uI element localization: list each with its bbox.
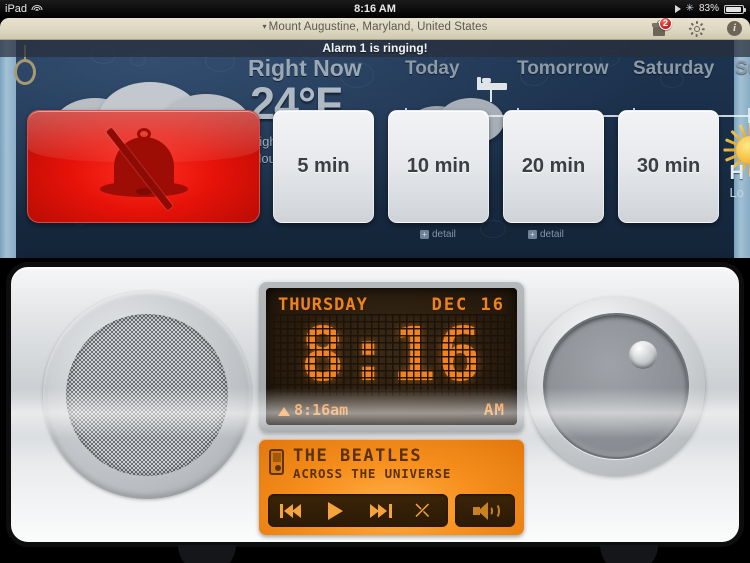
status-bar-right: ✳ 83%: [674, 0, 746, 18]
shuffle-button[interactable]: ⤫: [409, 500, 443, 522]
led-display-bezel: THURSDAY DEC 16 8:16 8:16am AM: [259, 281, 524, 432]
forecast-tab-sunday[interactable]: Su: [735, 58, 750, 80]
knob-indicator-dimple: [629, 341, 657, 369]
bluetooth-icon: ✳: [685, 3, 694, 14]
snooze-button-5[interactable]: 5 min: [273, 110, 374, 223]
toolbar-icons: 2 i: [651, 17, 742, 37]
detail-link-today[interactable]: + detail: [420, 229, 456, 240]
snooze-button-10[interactable]: 10 min: [388, 110, 489, 223]
previous-track-button[interactable]: [274, 500, 308, 522]
play-icon: [328, 501, 343, 520]
alarm-controls: 5 min 10 min 20 min 30 min: [0, 110, 750, 228]
alarm-indicator-icon: [278, 407, 290, 416]
music-track: ACROSS THE UNIVERSE: [293, 466, 452, 481]
store-badge: 2: [659, 17, 672, 30]
plus-icon: +: [420, 229, 429, 239]
volume-knob[interactable]: [527, 297, 705, 475]
detail-link-tomorrow[interactable]: + detail: [528, 229, 564, 240]
bell-crossed-out-icon: [88, 125, 200, 211]
forecast-tab-today[interactable]: Today: [405, 58, 460, 80]
forecast-tab-saturday[interactable]: Saturday: [633, 58, 714, 80]
alarm-banner: Alarm 1 is ringing!: [0, 40, 750, 57]
music-player-panel: THE BEATLES ACROSS THE UNIVERSE ⤫: [259, 439, 524, 535]
app-toolbar: ▾ Mount Augustine, Maryland, United State…: [0, 17, 750, 40]
plus-icon: +: [528, 229, 537, 239]
ios-status-bar: iPad 8:16 AM ✳ 83%: [0, 0, 750, 18]
chevron-down-icon: ▾: [262, 22, 267, 32]
previous-icon: [279, 503, 302, 518]
gift-store-icon[interactable]: 2: [651, 17, 672, 37]
snooze-button-30[interactable]: 30 min: [618, 110, 719, 223]
battery-percent: 83%: [698, 3, 719, 14]
transport-controls: ⤫: [268, 494, 448, 527]
display-time: 8:16: [300, 312, 483, 398]
speaker-grille: [43, 291, 251, 499]
forecast-tab-tomorrow[interactable]: Tomorrow: [517, 58, 608, 80]
speaker-volume-icon: [473, 501, 500, 520]
music-artist: THE BEATLES: [293, 446, 423, 466]
clock-radio-body: THURSDAY DEC 16 8:16 8:16am AM THE BEATL…: [6, 262, 744, 547]
play-indicator-icon: [674, 5, 681, 13]
stop-alarm-button[interactable]: [27, 110, 260, 223]
info-icon[interactable]: i: [727, 21, 742, 36]
display-meridiem: AM: [483, 400, 505, 419]
brightness-sun-icon[interactable]: [688, 20, 705, 37]
status-bar-time: 8:16 AM: [354, 3, 396, 15]
play-button[interactable]: [319, 500, 353, 522]
next-track-button[interactable]: [364, 500, 398, 522]
ipod-icon: [269, 449, 284, 475]
next-icon: [369, 503, 392, 518]
led-clock-display: THURSDAY DEC 16 8:16 8:16am AM: [266, 288, 517, 425]
location-selector[interactable]: ▾ Mount Augustine, Maryland, United State…: [0, 21, 750, 33]
bed-sleep-icon: [477, 74, 507, 102]
location-label: Mount Augustine, Maryland, United States: [268, 21, 488, 33]
volume-button[interactable]: [455, 494, 515, 527]
radio-foot-left: [178, 545, 236, 563]
battery-icon: [724, 4, 746, 14]
snooze-button-20[interactable]: 20 min: [503, 110, 604, 223]
shuffle-icon: ⤫: [415, 500, 430, 520]
display-alarm-time: 8:16am: [278, 401, 348, 419]
radio-foot-right: [600, 545, 658, 563]
app-screen: iPad 8:16 AM ✳ 83% ▾ Mount Augustine, Mar…: [0, 0, 750, 563]
forecast-tab-strip: Today Tomorrow Saturday Su: [405, 58, 750, 123]
